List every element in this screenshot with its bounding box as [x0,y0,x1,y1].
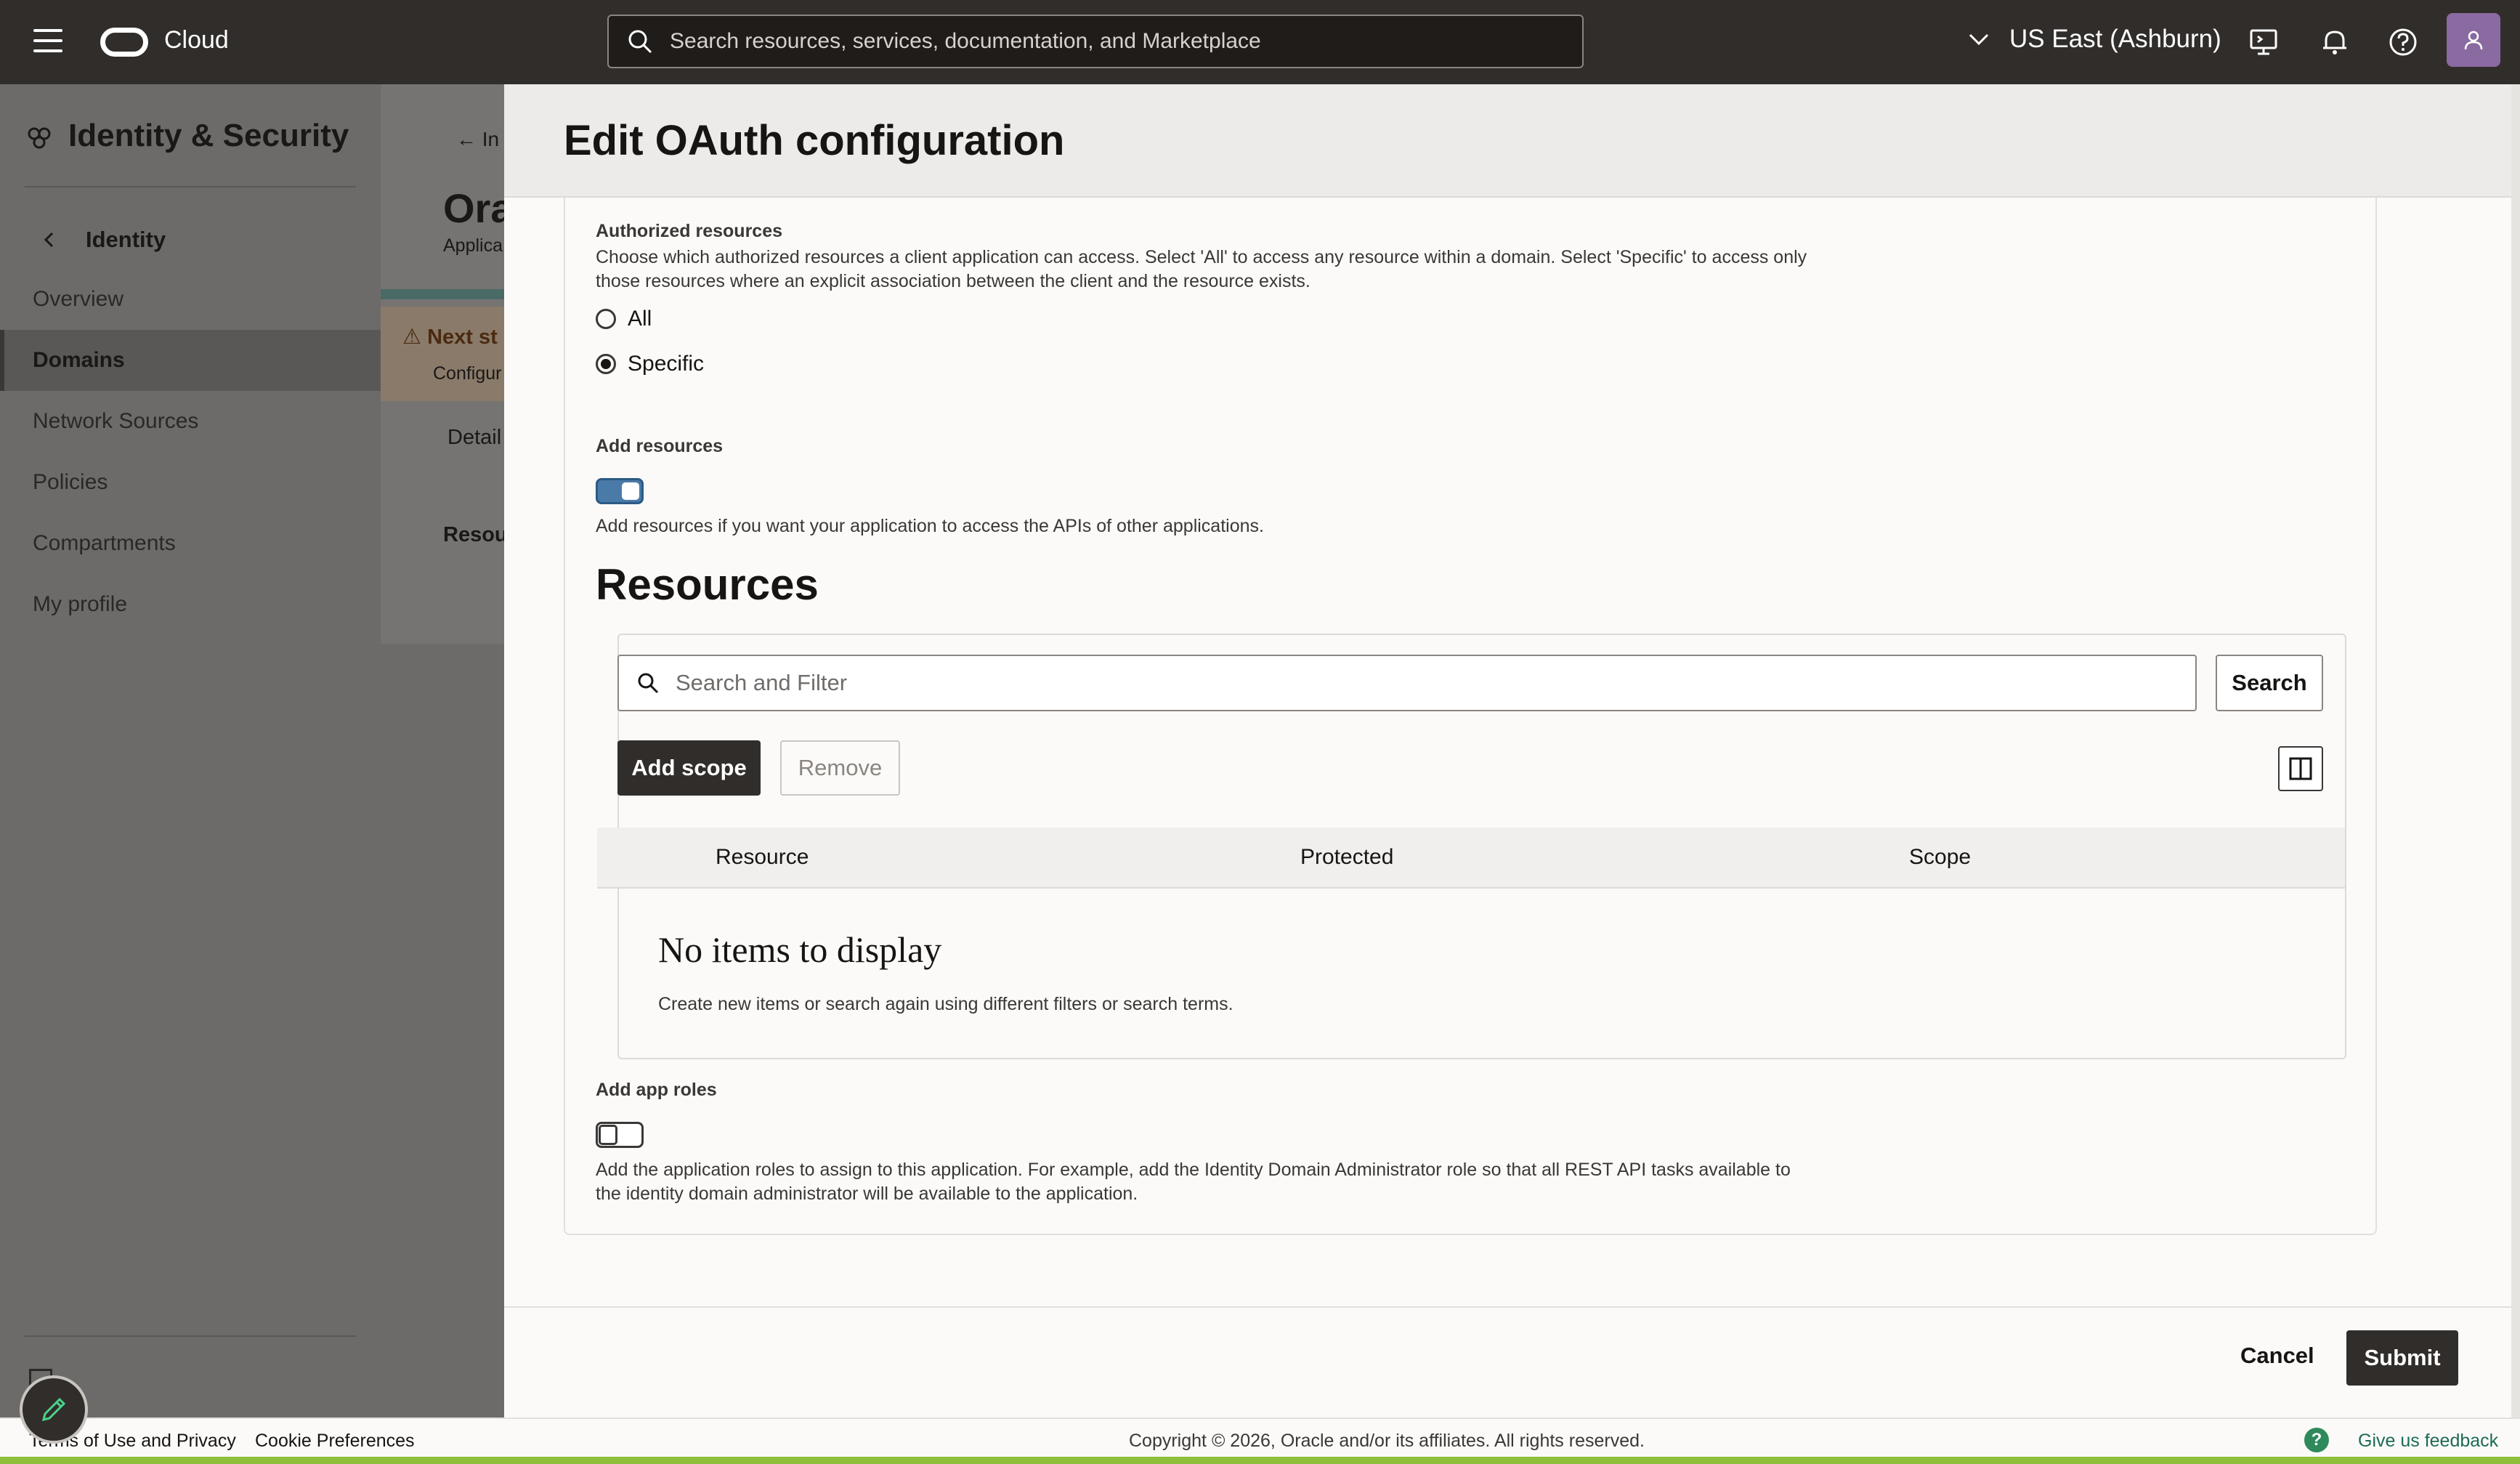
nav-back-identity[interactable]: Identity [41,227,166,253]
search-icon [638,673,659,694]
bg-warning-desc: Configur [433,363,502,384]
add-scope-button[interactable]: Add scope [617,740,761,796]
bg-page-subtitle: Applica [443,235,503,256]
region-selector[interactable]: US East (Ashburn) [1969,25,2221,54]
nav-divider-bottom [25,1335,356,1337]
bell-icon[interactable] [2319,26,2351,58]
bg-back-text: In [482,128,500,150]
background-page: ← In Ora Applica ⚠ Next st Configur Deta… [381,84,504,1418]
sidebar-item-overview[interactable]: Overview [0,269,381,330]
pencil-icon [41,1397,66,1422]
copyright-text: Copyright © 2026, Oracle and/or its affi… [1129,1431,1645,1451]
toggle-knob [599,1125,617,1145]
bg-page-title: Ora [443,185,504,231]
chevron-left-icon [44,232,54,248]
sidebar-item-policies[interactable]: Policies [0,452,381,513]
top-bar: Cloud US East (Ashburn) [0,0,2520,84]
resources-filter[interactable] [617,655,2197,711]
add-app-roles-toggle[interactable] [596,1122,644,1148]
manage-columns-button[interactable] [2278,746,2323,791]
add-resources-toggle[interactable] [596,478,644,504]
toggle-knob [622,482,639,500]
cancel-button[interactable]: Cancel [2240,1343,2314,1369]
bg-warning-banner [381,307,504,401]
chevron-down-icon [1969,33,1989,46]
column-header-protected[interactable]: Protected [1300,845,1393,870]
nav-back-label: Identity [86,227,166,252]
radio-all[interactable]: All [596,307,652,331]
drawer-header: Edit OAuth configuration [504,84,2511,198]
add-app-roles-desc-1: Add the application roles to assign to t… [596,1160,1791,1180]
bottom-accent-line [0,1457,2520,1464]
sidebar-item-domains[interactable]: Domains [0,330,381,391]
add-app-roles-label: Add app roles [596,1080,717,1100]
floating-edit-button[interactable] [20,1375,88,1444]
give-feedback-link[interactable]: Give us feedback [2358,1431,2498,1452]
search-button[interactable]: Search [2216,655,2323,711]
empty-state-desc: Create new items or search again using d… [658,994,1233,1014]
bg-warning-title: ⚠ Next st [402,325,498,349]
cloud-shell-icon[interactable] [2248,26,2280,58]
radio-specific-circle[interactable] [596,354,616,374]
add-resources-label: Add resources [596,436,724,456]
submit-button[interactable]: Submit [2346,1330,2458,1386]
global-search-input[interactable] [670,29,1541,54]
user-icon [2464,31,2483,50]
column-header-resource[interactable]: Resource [716,845,809,870]
bg-warning-title-text: Next st [427,325,498,349]
resources-filter-input[interactable] [676,670,2128,696]
bg-stripe [381,289,504,299]
add-app-roles-desc-2: the identity domain administrator will b… [596,1184,1138,1204]
bg-back-link: ← In [456,128,500,150]
authorized-resources-desc-1: Choose which authorized resources a clie… [596,247,1807,267]
sidebar-item-network-sources[interactable]: Network Sources [0,391,381,452]
drawer-scrollbar[interactable] [2511,84,2520,1418]
oracle-logo-icon[interactable] [100,28,148,57]
radio-specific[interactable]: Specific [596,352,704,376]
bg-section: Resou [443,523,504,546]
radio-all-circle[interactable] [596,309,616,329]
user-avatar[interactable] [2447,13,2500,67]
authorized-resources-label: Authorized resources [596,221,783,241]
drawer-title: Edit OAuth configuration [564,117,1065,164]
search-icon [628,30,652,54]
identity-security-icon [28,127,51,149]
column-header-scope[interactable]: Scope [1909,845,1971,870]
global-search[interactable] [607,15,1584,68]
remove-button[interactable]: Remove [780,740,900,796]
nav-title: Identity & Security [68,118,349,153]
radio-selected-dot [601,359,611,369]
help-icon[interactable] [2387,26,2419,58]
resources-heading: Resources [596,560,819,609]
sidebar-item-compartments[interactable]: Compartments [0,513,381,574]
cookie-preferences-link[interactable]: Cookie Preferences [255,1431,415,1452]
sidebar-item-my-profile[interactable]: My profile [0,574,381,635]
left-navigation: Identity & Security Identity Overview Do… [0,84,381,1418]
radio-specific-label: Specific [628,352,705,376]
feedback-help-icon[interactable]: ? [2304,1428,2329,1452]
add-resources-desc: Add resources if you want your applicati… [596,516,1264,536]
nav-divider [25,186,356,187]
radio-all-label: All [628,307,652,331]
columns-icon [2289,757,2312,780]
hamburger-menu-icon[interactable] [33,29,62,55]
drawer-footer [504,1306,2511,1418]
resources-table-header: Resource Protected Scope [597,828,2345,889]
empty-state-title: No items to display [658,929,942,970]
authorized-resources-desc-2: those resources where an explicit associ… [596,271,1310,291]
bottom-bar: Terms of Use and Privacy Cookie Preferen… [0,1418,2520,1464]
bg-tab: Detail [447,426,502,449]
brand-name[interactable]: Cloud [164,26,229,54]
region-label: US East (Ashburn) [2009,25,2221,53]
